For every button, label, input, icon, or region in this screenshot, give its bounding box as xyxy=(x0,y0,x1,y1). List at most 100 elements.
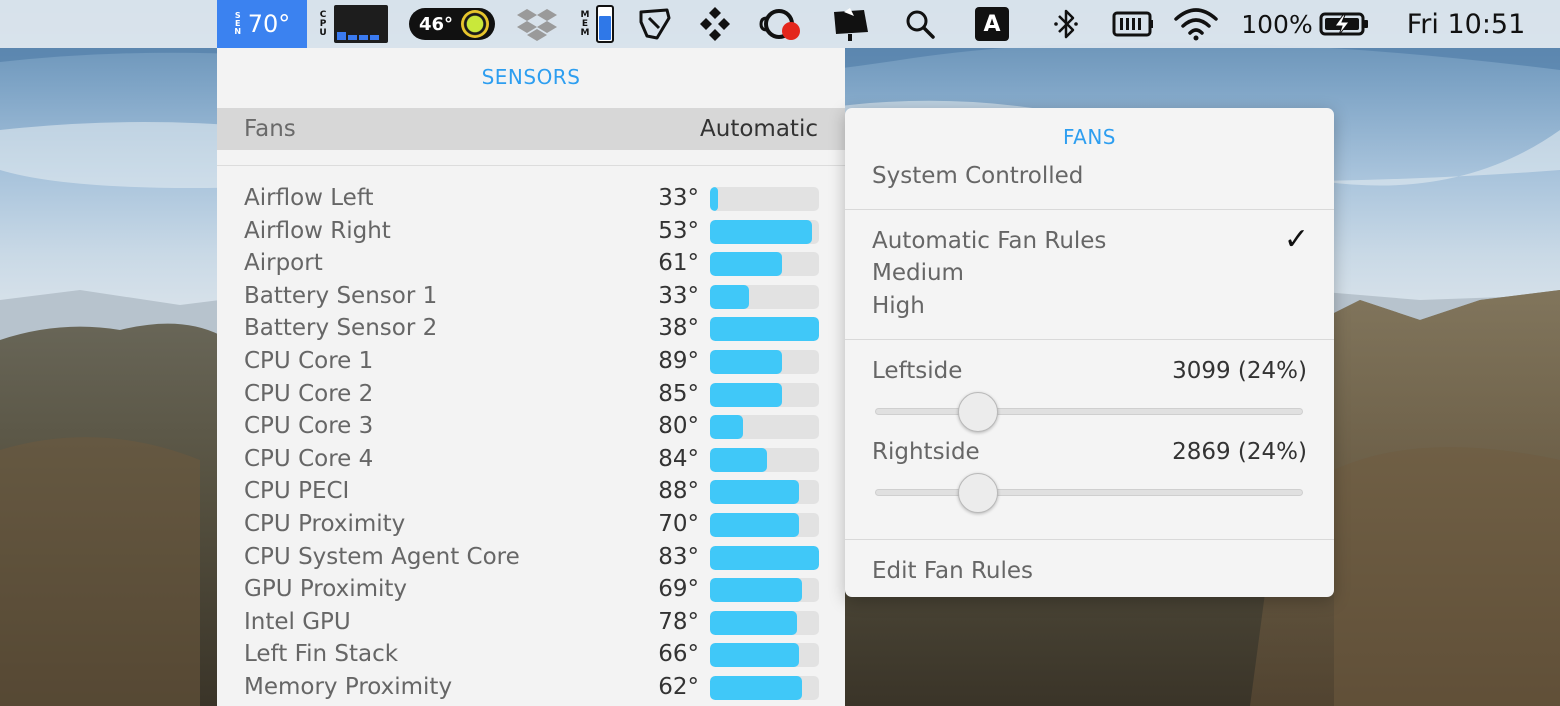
divider xyxy=(845,539,1334,540)
sensor-level-bar xyxy=(710,643,819,668)
sensor-level-fill xyxy=(710,187,718,211)
fans-mode-value: Automatic xyxy=(700,116,818,142)
sensor-row[interactable]: CPU Core 4 84° xyxy=(217,443,845,476)
sensor-level-bar xyxy=(710,382,819,407)
sensor-level-fill xyxy=(710,447,767,472)
sensor-name: Left Fin Stack xyxy=(244,641,399,668)
search-icon xyxy=(906,10,935,39)
sensor-row[interactable]: CPU PECI 88° xyxy=(217,475,845,508)
sensor-row[interactable]: Airport 61° xyxy=(217,247,845,280)
hand-tool-menu-extra[interactable] xyxy=(630,0,680,48)
leftside-fan-slider-thumb[interactable] xyxy=(957,392,998,432)
sensor-level-bar xyxy=(710,252,819,277)
sensor-row[interactable]: CPU Core 3 80° xyxy=(217,410,845,443)
input-source-menu-extra[interactable]: A xyxy=(970,0,1014,48)
automatic-fan-rules-item[interactable]: Automatic Fan Rules xyxy=(872,228,1106,254)
sensor-row[interactable]: Left Fin Stack 66° xyxy=(217,638,845,671)
cpu-graph-icon xyxy=(333,5,388,43)
cpu-menu-extra[interactable]: CPU xyxy=(313,0,393,48)
sensor-name: CPU PECI xyxy=(244,478,350,505)
sensor-name: Battery Sensor 2 xyxy=(244,315,438,342)
sensor-level-fill xyxy=(710,610,798,635)
sensor-name: Airport xyxy=(244,250,323,277)
sensor-temperature: 89° xyxy=(658,347,699,374)
battery-menu-extra[interactable]: 100% xyxy=(1238,0,1374,48)
gpu-menu-extra[interactable]: 46° xyxy=(408,0,496,48)
fans-mode-row[interactable]: Fans Automatic xyxy=(217,108,845,150)
sensor-temperature: 33° xyxy=(658,282,699,309)
sensor-level-bar xyxy=(710,578,819,603)
rightside-fan-slider-thumb[interactable] xyxy=(957,473,998,513)
display-icon xyxy=(834,8,868,41)
pattern-menu-extra[interactable] xyxy=(690,0,740,48)
sensor-row[interactable]: Battery Sensor 2 38° xyxy=(217,312,845,345)
sensor-temperature: 84° xyxy=(658,445,699,472)
sensor-temperature: 33° xyxy=(658,185,699,211)
fans-popup: FANS System Controlled Automatic Fan Rul… xyxy=(845,108,1334,597)
sensor-level-bar xyxy=(710,415,819,440)
sensor-row[interactable]: CPU Core 1 89° xyxy=(217,345,845,378)
divider xyxy=(217,165,845,166)
sensor-row[interactable]: CPU System Agent Core 83° xyxy=(217,541,845,574)
sensors-temperature: 70° xyxy=(247,10,291,38)
edit-fan-rules-item[interactable]: Edit Fan Rules xyxy=(872,558,1033,584)
sync-menu-extra[interactable] xyxy=(752,0,812,48)
sensor-row[interactable]: Airflow Right 53° xyxy=(217,215,845,248)
memory-menu-extra[interactable]: MEM xyxy=(572,0,622,48)
sensor-row[interactable]: CPU Core 2 85° xyxy=(217,378,845,411)
battery-menu-extra-alt[interactable] xyxy=(1106,0,1160,48)
rightside-fan-value: 2869 (24%) xyxy=(1172,439,1307,465)
sensor-row[interactable]: Intel GPU 78° xyxy=(217,606,845,639)
dropbox-icon xyxy=(517,9,557,41)
leftside-fan-slider[interactable] xyxy=(875,408,1303,415)
sensor-name: GPU Proximity xyxy=(244,576,408,603)
high-item[interactable]: High xyxy=(872,293,925,319)
display-menu-extra[interactable] xyxy=(826,0,876,48)
clock: Fri 10:51 xyxy=(1406,8,1526,40)
bluetooth-menu-extra[interactable] xyxy=(1044,0,1088,48)
battery-charging-icon xyxy=(1319,12,1368,36)
sensor-row[interactable]: CPU Proximity 70° xyxy=(217,508,845,541)
sensor-level-fill xyxy=(710,545,819,570)
wifi-icon xyxy=(1174,8,1218,41)
sensors-menu-extra[interactable]: SEN 70° xyxy=(217,0,307,48)
sensor-list: Airflow Left 33° Airflow Right 53° Airport 61… xyxy=(217,182,845,704)
sensor-temperature: 66° xyxy=(658,641,699,668)
memory-chip-icon xyxy=(1112,11,1153,37)
sensor-level-fill xyxy=(710,480,800,505)
battery-percentage: 100% xyxy=(1241,9,1313,39)
sensor-temperature: 78° xyxy=(658,608,699,635)
medium-item[interactable]: Medium xyxy=(872,260,964,286)
sensor-name: CPU Core 2 xyxy=(244,380,374,407)
sensors-vertical-label: SEN xyxy=(234,11,242,36)
sensor-temperature: 61° xyxy=(658,250,699,277)
bluetooth-icon xyxy=(1054,9,1078,39)
sensor-level-bar xyxy=(710,610,819,635)
sensor-row[interactable]: Airflow Left 33° xyxy=(217,182,845,215)
wifi-menu-extra[interactable] xyxy=(1170,0,1222,48)
sensor-temperature: 80° xyxy=(658,413,699,440)
sensor-level-fill xyxy=(710,252,782,277)
sensor-level-fill xyxy=(710,284,750,309)
spotlight-menu-extra[interactable] xyxy=(898,0,942,48)
rightside-fan-slider[interactable] xyxy=(875,489,1303,496)
sensor-name: CPU Core 3 xyxy=(244,413,374,440)
cpu-vertical-label: CPU xyxy=(319,9,327,38)
sensors-panel-title: SENSORS xyxy=(481,65,581,89)
sensor-level-fill xyxy=(710,675,802,700)
sensor-level-bar xyxy=(710,512,819,537)
dropbox-menu-extra[interactable] xyxy=(512,0,562,48)
hand-icon xyxy=(639,8,671,40)
divider xyxy=(845,209,1334,210)
clock-menu-extra[interactable]: Fri 10:51 xyxy=(1396,0,1536,48)
sensor-row[interactable]: GPU Proximity 69° xyxy=(217,573,845,606)
sensor-level-fill xyxy=(710,643,800,668)
sensor-name: CPU System Agent Core xyxy=(244,543,520,570)
sensor-level-fill xyxy=(710,415,743,440)
sensor-level-fill xyxy=(710,578,802,603)
system-controlled-item[interactable]: System Controlled xyxy=(872,163,1083,189)
sensor-level-bar xyxy=(710,447,819,472)
sensor-row[interactable]: Memory Proximity 62° xyxy=(217,671,845,704)
sensor-level-fill xyxy=(710,349,782,374)
sensor-row[interactable]: Battery Sensor 1 33° xyxy=(217,280,845,313)
